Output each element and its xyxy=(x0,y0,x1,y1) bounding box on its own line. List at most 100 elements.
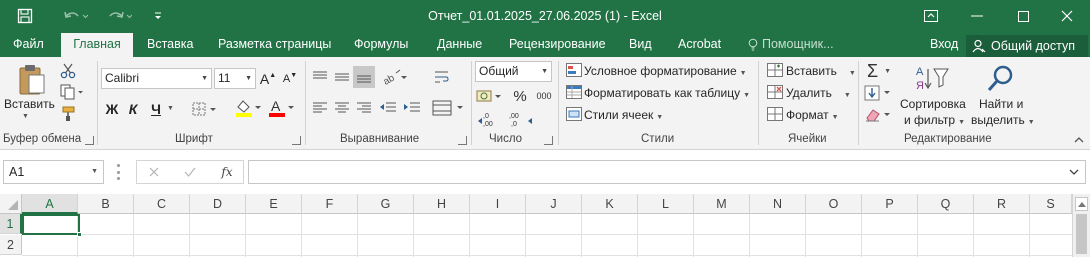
minimize-icon[interactable] xyxy=(954,0,1000,32)
close-icon[interactable] xyxy=(1044,0,1090,32)
fill-handle[interactable] xyxy=(77,232,82,237)
column-header-c[interactable]: C xyxy=(134,194,190,214)
insert-cells-icon[interactable] xyxy=(766,62,784,78)
paste-button[interactable]: Вставить xyxy=(4,97,55,111)
number-launcher-icon[interactable] xyxy=(544,136,553,145)
borders-icon[interactable] xyxy=(191,99,219,119)
format-cells-icon[interactable] xyxy=(766,106,784,122)
increase-indent-icon[interactable] xyxy=(402,99,422,117)
insert-cells-button[interactable]: Вставить ▼ xyxy=(786,64,856,78)
insert-function-button[interactable]: fx xyxy=(217,163,237,181)
column-header-i[interactable]: I xyxy=(470,194,526,214)
tab-file[interactable]: Файл xyxy=(13,32,44,57)
shrink-font-icon[interactable]: A ▼ xyxy=(281,68,299,89)
clipboard-launcher-icon[interactable] xyxy=(85,136,94,145)
column-header-g[interactable]: G xyxy=(358,194,414,214)
scroll-up-icon[interactable] xyxy=(1075,197,1088,211)
delete-cells-icon[interactable] xyxy=(766,84,784,100)
row-header-2[interactable]: 2 xyxy=(0,235,22,255)
underline-button[interactable]: Ч xyxy=(148,99,164,119)
fill-icon[interactable] xyxy=(862,83,896,103)
alignment-launcher-icon[interactable] xyxy=(458,136,467,145)
tab-view[interactable]: Вид xyxy=(629,32,652,57)
decrease-decimal-icon[interactable]: ,00,0 xyxy=(507,109,533,129)
column-header-o[interactable]: O xyxy=(806,194,862,214)
autosum-button[interactable]: Σ ▼ xyxy=(862,61,896,81)
active-cell[interactable] xyxy=(22,214,80,235)
paste-dropdown-icon[interactable]: ▼ xyxy=(22,113,29,120)
paste-icon[interactable] xyxy=(14,62,48,98)
conditional-formatting-icon[interactable] xyxy=(565,62,583,78)
select-all-corner[interactable] xyxy=(0,194,22,214)
accounting-format-icon[interactable] xyxy=(475,86,505,106)
tab-data[interactable]: Данные xyxy=(437,32,482,57)
ribbon-display-options-icon[interactable] xyxy=(908,0,954,32)
orientation-icon[interactable]: ab xyxy=(381,67,409,87)
scroll-thumb[interactable] xyxy=(1076,214,1087,254)
cell-styles-icon[interactable] xyxy=(565,106,583,122)
bold-button[interactable]: Ж xyxy=(104,99,120,119)
font-name-select[interactable]: Calibri ▼ xyxy=(101,68,212,89)
format-painter-icon[interactable] xyxy=(58,105,78,123)
worksheet-grid[interactable]: ABCDEFGHIJKLMNOPQRS 12 xyxy=(0,194,1090,257)
cancel-icon[interactable] xyxy=(147,165,161,179)
tab-acrobat[interactable]: Acrobat xyxy=(678,32,721,57)
decrease-indent-icon[interactable] xyxy=(378,99,398,117)
format-as-table-button[interactable]: Форматировать как таблицу ▼ xyxy=(584,86,750,100)
column-header-l[interactable]: L xyxy=(638,194,694,214)
column-header-d[interactable]: D xyxy=(190,194,246,214)
tab-formulas[interactable]: Формулы xyxy=(354,32,408,57)
column-header-e[interactable]: E xyxy=(246,194,302,214)
column-header-a[interactable]: A xyxy=(22,194,78,214)
tab-home[interactable]: Главная xyxy=(61,33,133,57)
format-as-table-icon[interactable] xyxy=(565,84,583,100)
expand-formula-bar-icon[interactable] xyxy=(1069,165,1079,179)
format-cells-button[interactable]: Формат ▼ xyxy=(786,108,839,122)
column-header-h[interactable]: H xyxy=(414,194,470,214)
column-header-s[interactable]: S xyxy=(1030,194,1072,214)
save-icon[interactable] xyxy=(12,0,38,32)
tab-insert[interactable]: Вставка xyxy=(147,32,193,57)
find-select-line1[interactable]: Найти и xyxy=(979,97,1023,111)
customize-quick-access-icon[interactable] xyxy=(148,0,168,32)
maximize-icon[interactable] xyxy=(1000,0,1046,32)
column-header-r[interactable]: R xyxy=(974,194,1030,214)
tab-review[interactable]: Рецензирование xyxy=(509,32,606,57)
share-button[interactable]: Общий доступ xyxy=(966,35,1088,57)
column-header-f[interactable]: F xyxy=(302,194,358,214)
column-header-p[interactable]: P xyxy=(862,194,918,214)
italic-button[interactable]: К xyxy=(125,99,141,119)
fill-color-icon[interactable] xyxy=(233,97,263,119)
clear-icon[interactable] xyxy=(862,105,896,125)
increase-decimal-icon[interactable]: ,0,00 xyxy=(477,109,503,129)
sign-in-link[interactable]: Вход xyxy=(930,32,958,57)
cut-icon[interactable] xyxy=(58,62,78,80)
name-box[interactable]: A1 ▼ xyxy=(3,160,104,184)
sort-filter-line2-button[interactable]: и фильтр ▼ xyxy=(904,113,965,127)
align-left-icon[interactable] xyxy=(311,99,329,117)
grow-font-icon[interactable]: A ▲ xyxy=(259,68,277,89)
merge-center-icon[interactable] xyxy=(431,97,465,119)
wrap-text-icon[interactable] xyxy=(433,67,451,87)
conditional-formatting-button[interactable]: Условное форматирование ▼ xyxy=(584,64,747,78)
find-select-icon[interactable] xyxy=(984,61,1018,95)
formula-bar-grip-icon[interactable] xyxy=(117,164,121,180)
tell-me-search[interactable]: Помощник... xyxy=(748,32,834,57)
delete-cells-button[interactable]: Удалить ▼ xyxy=(786,86,851,100)
align-top-icon[interactable] xyxy=(311,68,329,86)
column-header-m[interactable]: M xyxy=(694,194,750,214)
name-box-dropdown-icon[interactable]: ▼ xyxy=(91,161,98,183)
font-color-icon[interactable]: A xyxy=(266,97,296,119)
column-header-k[interactable]: K xyxy=(582,194,638,214)
font-size-select[interactable]: 11 ▼ xyxy=(214,68,256,89)
column-header-q[interactable]: Q xyxy=(918,194,974,214)
redo-icon[interactable] xyxy=(100,0,138,32)
align-center-icon[interactable] xyxy=(333,99,351,117)
align-bottom-icon[interactable] xyxy=(353,66,375,88)
underline-dropdown-icon[interactable]: ▼ xyxy=(167,105,174,112)
formula-input[interactable] xyxy=(248,160,1086,184)
copy-icon[interactable] xyxy=(58,83,86,101)
percent-button[interactable]: % xyxy=(511,86,529,106)
row-header-1[interactable]: 1 xyxy=(0,214,22,234)
column-header-b[interactable]: B xyxy=(78,194,134,214)
